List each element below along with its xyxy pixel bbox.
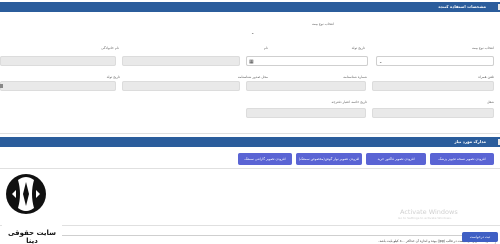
- id-number-label: شماره شناسنامه: [343, 75, 367, 79]
- chevron-down-icon: ⌄: [251, 30, 255, 35]
- user-info-header: مشخصات استفاده کننده: [0, 2, 500, 12]
- phone-input[interactable]: [372, 81, 494, 91]
- first-name-label: نام: [263, 46, 268, 50]
- activate-windows-watermark: Activate Windows: [400, 208, 458, 216]
- upload-note: توجه: تصویر می بایست در قالب (jpg) بوده …: [40, 235, 496, 244]
- issue-place-input[interactable]: [122, 81, 240, 91]
- calendar-icon[interactable]: ▦: [249, 57, 254, 67]
- activate-windows-subtitle: Go to Settings to activate Windows.: [398, 216, 452, 220]
- add-invoice-image-button[interactable]: افزودن تصویر فاکتور خرید: [366, 153, 426, 165]
- birth-date-label: تاریخ تولد: [351, 46, 365, 50]
- site-logo: سایت حقوقی دینا: [2, 170, 62, 244]
- add-prescription-image-button[interactable]: افزودن تصویر نسخه تجویز پزشک: [430, 153, 494, 165]
- chevron-down-icon: ⌄: [379, 59, 383, 64]
- insurance-type-select[interactable]: ⌄: [250, 28, 494, 38]
- user-info-title: مشخصات استفاده کننده: [438, 4, 486, 9]
- birth-date-input[interactable]: ▦: [246, 56, 368, 66]
- birth-place-label: تاریخ تولد: [106, 75, 120, 79]
- section-divider: [0, 133, 500, 134]
- job-input[interactable]: [372, 108, 494, 118]
- id-number-input[interactable]: [246, 81, 366, 91]
- submit-label: ثبت درخواست: [469, 235, 491, 239]
- logo-emblem-icon: [6, 174, 46, 214]
- phone-label: تلفن همراه: [478, 75, 494, 79]
- validity-date-input[interactable]: [246, 108, 366, 118]
- field-edge-marker: [0, 84, 3, 88]
- insurance-select-label-2: انتخاب نوع بیمه: [472, 46, 494, 50]
- job-label: شغل: [486, 100, 494, 104]
- last-name-label: نام خانوادگی: [101, 46, 119, 50]
- issue-place-label: محل صدور شناسنامه: [237, 75, 268, 79]
- submit-request-button[interactable]: ثبت درخواست: [462, 232, 498, 242]
- required-docs-header: مدارک مورد نیاز: [0, 137, 500, 147]
- add-audiogram-image-button[interactable]: افزودن تصویر نوار گوش(مخصوص سمعک): [296, 153, 362, 165]
- last-name-input[interactable]: [0, 56, 116, 66]
- first-name-input[interactable]: [122, 56, 240, 66]
- insurance-type-label: انتخاب نوع بیمه: [312, 22, 334, 26]
- birth-place-input[interactable]: [0, 81, 116, 91]
- validity-date-label: تاریخ خاتمه اعتبار دفترچه: [331, 100, 367, 104]
- logo-text: سایت حقوقی دینا: [7, 229, 57, 244]
- insurance-type-select-2[interactable]: ⌄: [376, 56, 494, 66]
- required-docs-title: مدارک مورد نیاز: [454, 139, 486, 144]
- add-warranty-image-button[interactable]: افزودن تصویر گارانتی سمعک: [238, 153, 292, 165]
